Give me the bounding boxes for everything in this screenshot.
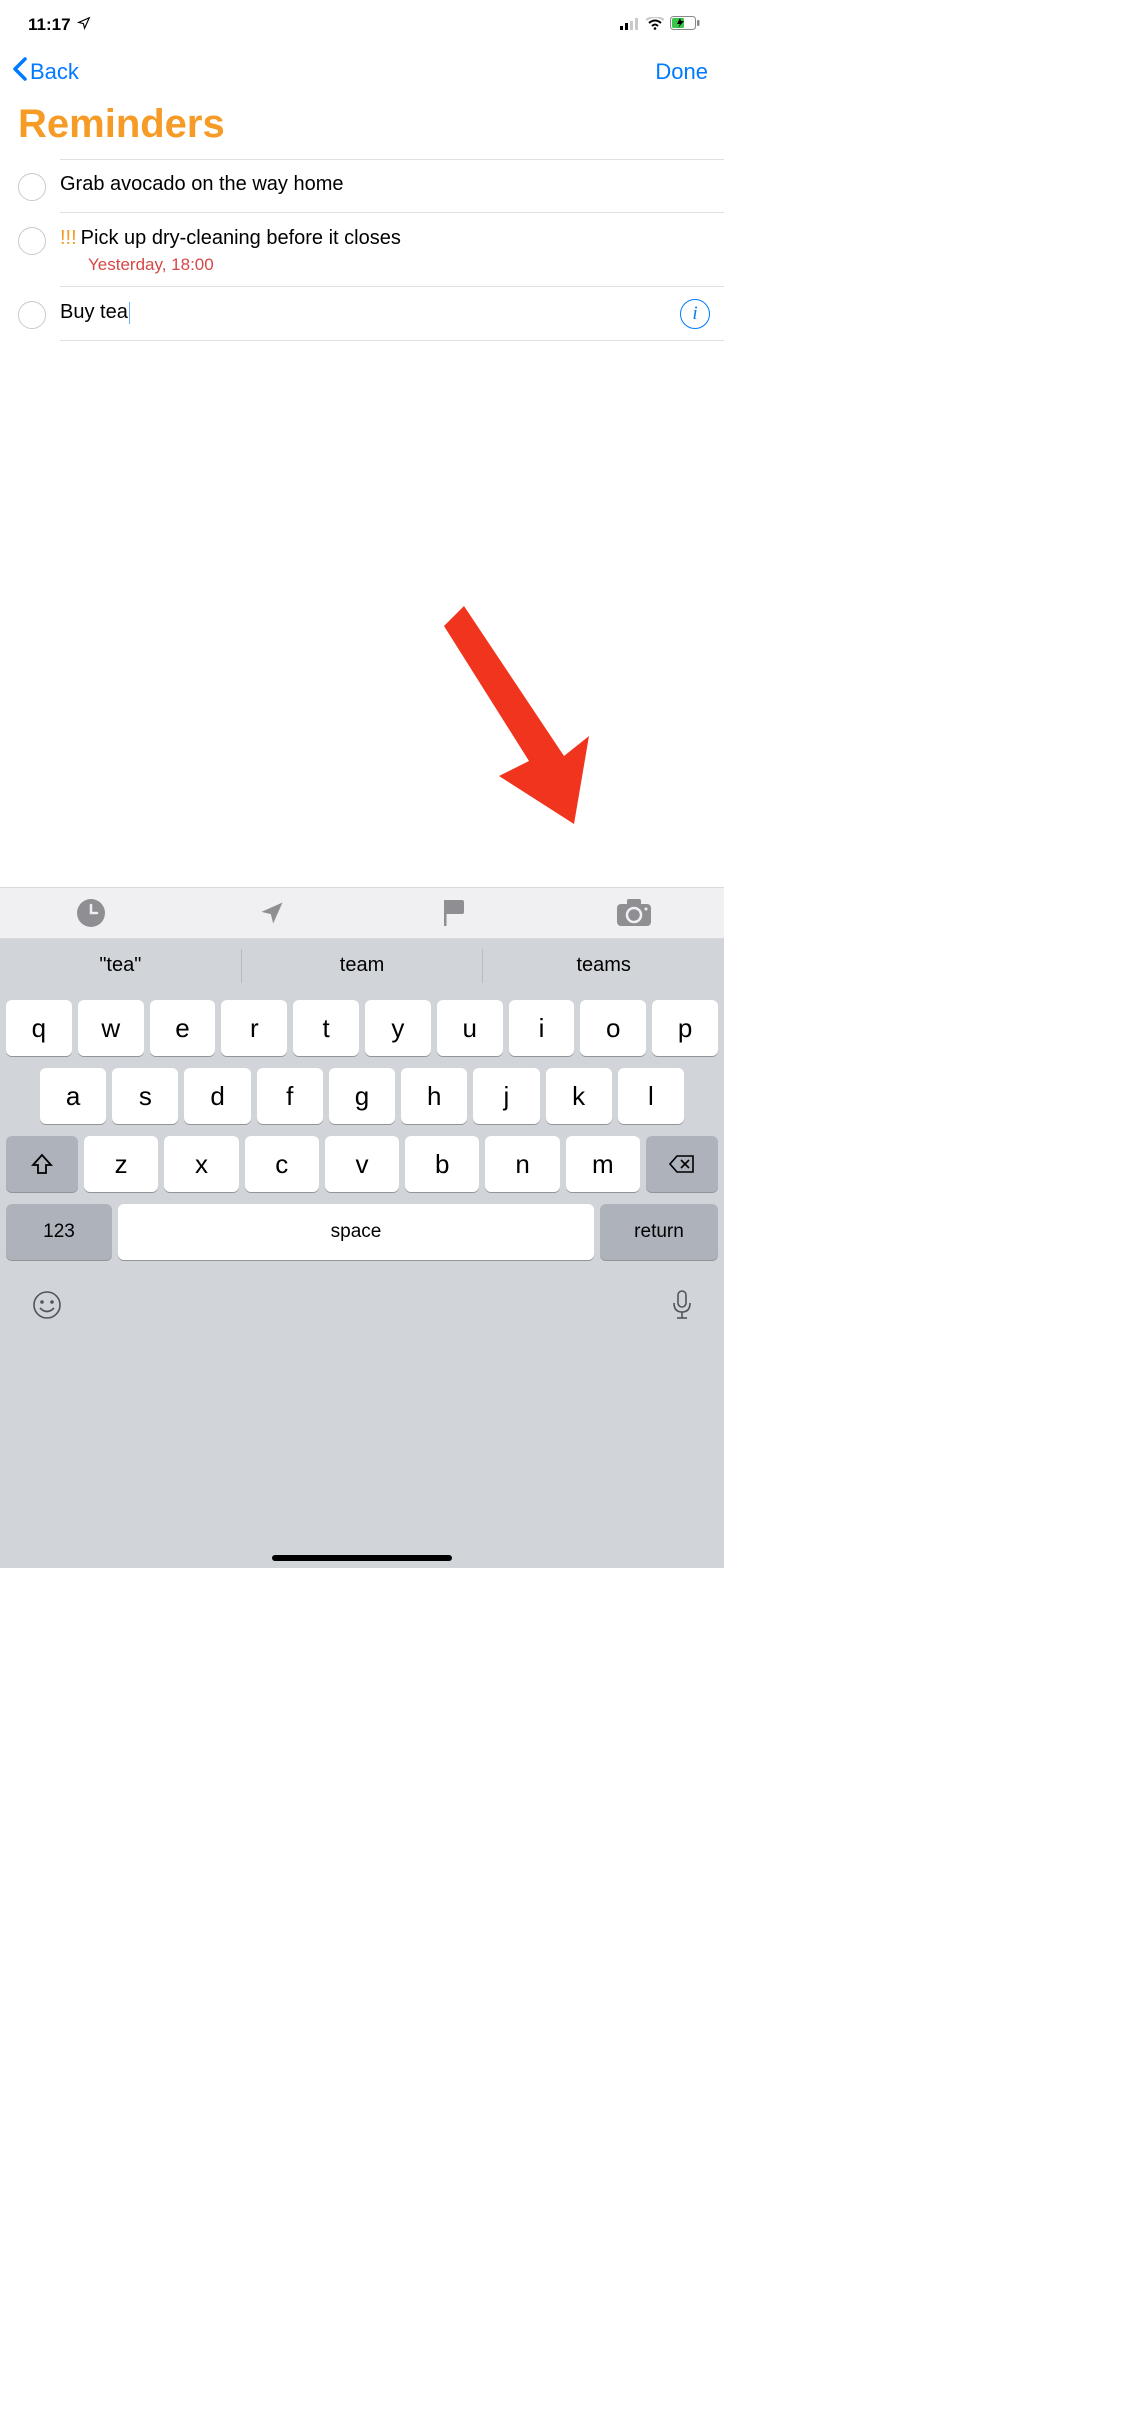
- keyboard: q w e r t y u i o p a s d f g h j k l z …: [0, 992, 724, 1568]
- key-m[interactable]: m: [566, 1136, 640, 1192]
- keyboard-row-1: q w e r t y u i o p: [4, 1000, 720, 1056]
- back-button[interactable]: Back: [12, 56, 79, 88]
- chevron-left-icon: [12, 56, 28, 88]
- key-f[interactable]: f: [257, 1068, 323, 1124]
- key-q[interactable]: q: [6, 1000, 72, 1056]
- key-space[interactable]: space: [118, 1204, 594, 1260]
- quick-action-location[interactable]: [181, 888, 362, 938]
- key-s[interactable]: s: [112, 1068, 178, 1124]
- status-bar: 11:17: [0, 0, 724, 44]
- key-c[interactable]: c: [245, 1136, 319, 1192]
- reminder-text: Grab avocado on the way home: [60, 171, 704, 197]
- key-g[interactable]: g: [329, 1068, 395, 1124]
- status-left: 11:17: [28, 15, 91, 35]
- quick-action-flag[interactable]: [362, 888, 543, 938]
- keyboard-row-3: z x c v b n m: [4, 1136, 720, 1192]
- reminder-row-editing[interactable]: Buy tea i: [0, 287, 724, 341]
- key-d[interactable]: d: [184, 1068, 250, 1124]
- suggestion[interactable]: team: [242, 939, 483, 992]
- key-b[interactable]: b: [405, 1136, 479, 1192]
- reminder-content: Grab avocado on the way home: [46, 171, 710, 197]
- reminder-list: Grab avocado on the way home !!!Pick up …: [0, 159, 724, 341]
- quick-action-clock[interactable]: [0, 888, 181, 938]
- keyboard-suggestions: "tea" team teams: [0, 939, 724, 992]
- reminder-text: !!!Pick up dry-cleaning before it closes: [60, 225, 704, 251]
- key-backspace[interactable]: [646, 1136, 718, 1192]
- key-e[interactable]: e: [150, 1000, 216, 1056]
- key-r[interactable]: r: [221, 1000, 287, 1056]
- emoji-button[interactable]: [32, 1290, 62, 1325]
- key-return[interactable]: return: [600, 1204, 718, 1260]
- keyboard-row-2: a s d f g h j k l: [4, 1068, 720, 1124]
- info-button[interactable]: i: [680, 299, 710, 329]
- key-o[interactable]: o: [580, 1000, 646, 1056]
- suggestion[interactable]: teams: [483, 939, 724, 992]
- reminder-row[interactable]: Grab avocado on the way home: [0, 159, 724, 213]
- key-x[interactable]: x: [164, 1136, 238, 1192]
- key-numbers[interactable]: 123: [6, 1204, 112, 1260]
- reminder-row[interactable]: !!!Pick up dry-cleaning before it closes…: [0, 213, 724, 287]
- checkbox[interactable]: [18, 227, 46, 255]
- cell-signal-icon: [620, 15, 640, 35]
- key-j[interactable]: j: [473, 1068, 539, 1124]
- checkbox[interactable]: [18, 173, 46, 201]
- suggestion[interactable]: "tea": [0, 939, 241, 992]
- done-button[interactable]: Done: [655, 59, 708, 85]
- key-l[interactable]: l: [618, 1068, 684, 1124]
- home-indicator[interactable]: [272, 1555, 452, 1561]
- key-y[interactable]: y: [365, 1000, 431, 1056]
- page-title: Reminders: [0, 92, 724, 159]
- back-label: Back: [30, 59, 79, 85]
- reminder-text-input[interactable]: Buy tea: [60, 299, 674, 325]
- reminder-content: !!!Pick up dry-cleaning before it closes…: [46, 225, 710, 275]
- status-time: 11:17: [28, 15, 71, 35]
- keyboard-bottom-bar: [4, 1272, 720, 1333]
- key-t[interactable]: t: [293, 1000, 359, 1056]
- key-u[interactable]: u: [437, 1000, 503, 1056]
- priority-indicator: !!!: [60, 227, 77, 249]
- key-shift[interactable]: [6, 1136, 78, 1192]
- quick-actions-bar: [0, 887, 724, 939]
- quick-action-camera[interactable]: [543, 888, 724, 938]
- location-arrow-icon: [77, 15, 91, 35]
- key-v[interactable]: v: [325, 1136, 399, 1192]
- key-a[interactable]: a: [40, 1068, 106, 1124]
- nav-bar: Back Done: [0, 44, 724, 92]
- keyboard-row-4: 123 space return: [4, 1204, 720, 1260]
- key-z[interactable]: z: [84, 1136, 158, 1192]
- red-arrow-annotation: [444, 606, 604, 831]
- key-i[interactable]: i: [509, 1000, 575, 1056]
- key-k[interactable]: k: [546, 1068, 612, 1124]
- wifi-icon: [646, 15, 664, 35]
- mic-button[interactable]: [672, 1290, 692, 1325]
- status-right: [620, 15, 700, 35]
- reminder-subtext: Yesterday, 18:00: [60, 255, 704, 275]
- key-n[interactable]: n: [485, 1136, 559, 1192]
- battery-charging-icon: [670, 15, 700, 35]
- key-w[interactable]: w: [78, 1000, 144, 1056]
- key-h[interactable]: h: [401, 1068, 467, 1124]
- reminder-content: Buy tea: [46, 299, 680, 325]
- key-p[interactable]: p: [652, 1000, 718, 1056]
- checkbox[interactable]: [18, 301, 46, 329]
